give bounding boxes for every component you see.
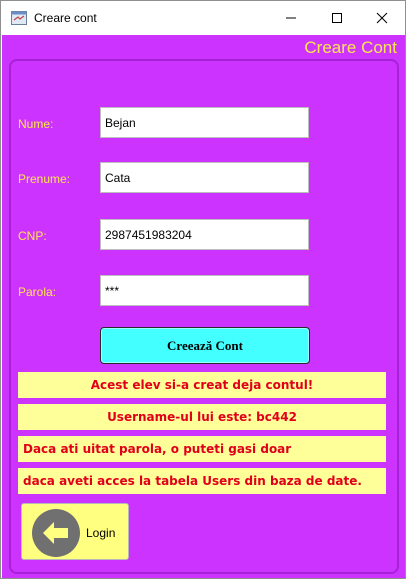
prenume-field[interactable] xyxy=(100,162,309,193)
parola-field[interactable] xyxy=(100,275,309,306)
title-bar[interactable]: Creare cont xyxy=(1,1,405,35)
create-account-button[interactable]: Creează Cont xyxy=(100,327,310,364)
window-title: Creare cont xyxy=(34,11,97,25)
arrow-left-icon xyxy=(32,509,80,557)
login-button[interactable]: Login xyxy=(21,503,129,560)
minimize-icon xyxy=(286,17,296,19)
app-window: Creare cont Creare Cont Nume: Prenume: C… xyxy=(0,0,406,579)
close-button[interactable] xyxy=(359,1,405,35)
nume-field[interactable] xyxy=(100,107,309,138)
maximize-icon xyxy=(332,13,342,23)
cnp-label: CNP: xyxy=(18,229,47,243)
message-username: Username-ul lui este: bc442 xyxy=(18,404,386,430)
content-pane: Creare Cont Nume: Prenume: CNP: Parola: … xyxy=(2,35,405,578)
prenume-label: Prenume: xyxy=(18,172,71,186)
close-icon xyxy=(376,12,388,24)
nume-label: Nume: xyxy=(18,117,54,131)
minimize-button[interactable] xyxy=(268,1,314,35)
message-users-table: daca aveti acces la tabela Users din baz… xyxy=(18,468,386,494)
header-title: Creare Cont xyxy=(304,38,397,57)
message-forgot-password: Daca ati uitat parola, o puteti gasi doa… xyxy=(18,436,386,462)
java-app-icon xyxy=(11,11,27,25)
maximize-button[interactable] xyxy=(314,1,360,35)
cnp-field[interactable] xyxy=(100,219,309,250)
message-already-created: Acest elev si-a creat deja contul! xyxy=(18,372,386,398)
login-label: Login xyxy=(86,526,116,540)
parola-label: Parola: xyxy=(18,285,57,299)
